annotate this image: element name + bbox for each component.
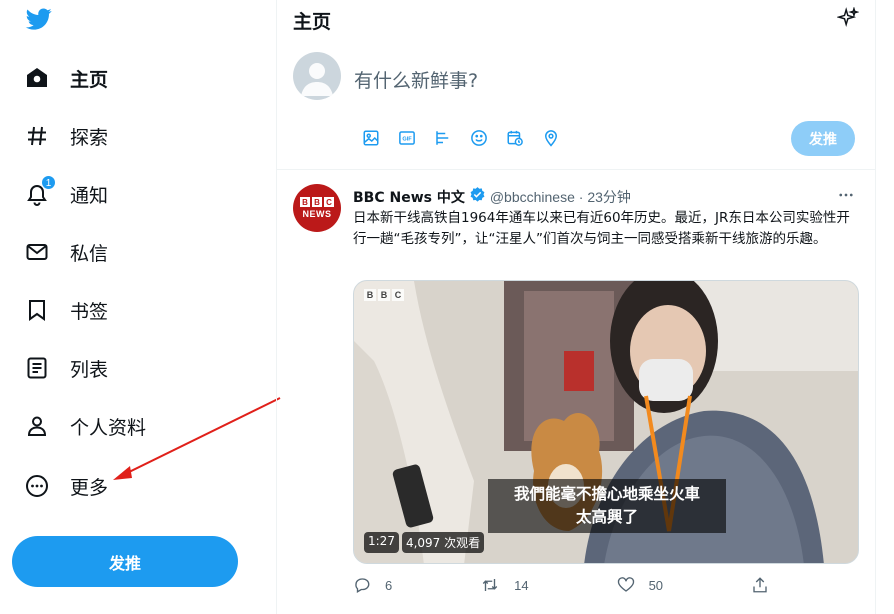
tweet-button[interactable]: 发推 <box>12 536 238 587</box>
send-tweet-button[interactable]: 发推 <box>791 121 855 156</box>
sparkle-icon[interactable] <box>836 6 860 33</box>
compose-toolbar: GIF <box>353 126 569 150</box>
bbc-logo: BBC <box>300 197 334 207</box>
emoji-icon[interactable] <box>461 126 497 150</box>
app-root: 主页 探索 1 通知 私信 书签 列表 个人资料 更多 发推 主页 有什么新鲜事… <box>0 0 894 614</box>
compose-box: 有什么新鲜事? GIF 发推 <box>277 40 875 170</box>
tweet-author-name[interactable]: BBC News 中文 <box>353 187 465 207</box>
bbc-avatar[interactable]: BBC NEWS <box>293 184 341 232</box>
bell-icon: 1 <box>24 175 56 207</box>
timeline-header: 主页 <box>277 0 875 40</box>
retweet-icon <box>482 579 498 591</box>
main-timeline: 主页 有什么新鲜事? GIF 发推 B B C NEWS BBC News 中文… <box>276 0 876 614</box>
video-subtitle: 我們能毫不擔心地乘坐火車 太高興了 <box>488 479 726 533</box>
gif-icon[interactable]: GIF <box>389 126 425 150</box>
reply-count: 6 <box>385 577 393 593</box>
reply-icon <box>355 578 370 593</box>
avatar <box>293 52 341 100</box>
sidebar-item-notifications[interactable]: 1 通知 <box>12 172 120 216</box>
share-button[interactable] <box>751 576 783 594</box>
sidebar-item-label: 主页 <box>70 68 109 91</box>
bbc-watermark: BBC <box>364 289 404 301</box>
tweet-text: 日本新干线高铁自1964年通车以来已有近60年历史。最近，JR东日本公司实验性开… <box>353 210 850 247</box>
sidebar-item-label: 列表 <box>70 358 109 381</box>
more-circle-icon <box>24 473 50 499</box>
tweet-header: BBC News 中文 @bbcchinese · 23分钟 <box>353 186 631 207</box>
location-icon[interactable] <box>533 126 569 150</box>
svg-text:GIF: GIF <box>402 137 412 143</box>
page-title: 主页 <box>293 10 332 33</box>
share-icon <box>753 577 767 593</box>
like-button[interactable]: 50 <box>617 576 663 594</box>
sidebar-item-lists[interactable]: 列表 <box>12 346 120 390</box>
tweet-video[interactable]: BBC 我們能毫不擔心地乘坐火車 太高興了 1:27 4,097 次观看 <box>353 280 859 564</box>
tweet[interactable]: BBC NEWS BBC News 中文 @bbcchinese · 23分钟 … <box>277 170 875 614</box>
home-icon <box>24 65 50 91</box>
compose-input[interactable]: 有什么新鲜事? <box>354 66 478 93</box>
video-meta: 1:27 4,097 次观看 <box>364 532 485 553</box>
video-views: 4,097 次观看 <box>401 532 485 553</box>
sidebar-item-label: 更多 <box>70 476 109 499</box>
sidebar-item-more[interactable]: 更多 <box>12 464 120 508</box>
twitter-logo-icon[interactable] <box>24 6 54 32</box>
heart-icon <box>617 577 634 592</box>
hashtag-icon <box>24 123 50 149</box>
sidebar: 主页 探索 1 通知 私信 书签 列表 个人资料 更多 发推 <box>0 0 276 614</box>
sidebar-item-label: 探索 <box>70 126 109 149</box>
bookmark-icon <box>24 297 50 323</box>
sidebar-item-label: 通知 <box>70 184 109 207</box>
tweet-actions: 6 14 50 <box>353 576 783 594</box>
sidebar-item-home[interactable]: 主页 <box>12 56 120 100</box>
notification-badge: 1 <box>41 175 56 190</box>
more-options-icon[interactable] <box>837 186 855 208</box>
sidebar-item-label: 个人资料 <box>70 416 147 439</box>
retweet-count: 14 <box>514 577 529 593</box>
video-duration: 1:27 <box>364 532 399 553</box>
poll-icon[interactable] <box>425 126 461 150</box>
like-count: 50 <box>648 577 664 593</box>
tweet-handle-time[interactable]: @bbcchinese · 23分钟 <box>490 187 631 207</box>
sidebar-item-bookmarks[interactable]: 书签 <box>12 288 120 332</box>
sidebar-item-label: 私信 <box>70 242 109 265</box>
schedule-icon[interactable] <box>497 126 533 150</box>
sidebar-item-explore[interactable]: 探索 <box>12 114 120 158</box>
verified-badge-icon <box>469 186 486 207</box>
person-icon <box>24 413 50 439</box>
mail-icon <box>24 239 50 265</box>
reply-button[interactable]: 6 <box>353 576 392 594</box>
avatar-news-text: NEWS <box>302 209 332 219</box>
sidebar-item-messages[interactable]: 私信 <box>12 230 120 274</box>
retweet-button[interactable]: 14 <box>480 576 529 594</box>
image-icon[interactable] <box>353 126 389 150</box>
list-icon <box>24 355 50 381</box>
sidebar-item-profile[interactable]: 个人资料 <box>12 404 158 448</box>
sidebar-item-label: 书签 <box>70 300 109 323</box>
